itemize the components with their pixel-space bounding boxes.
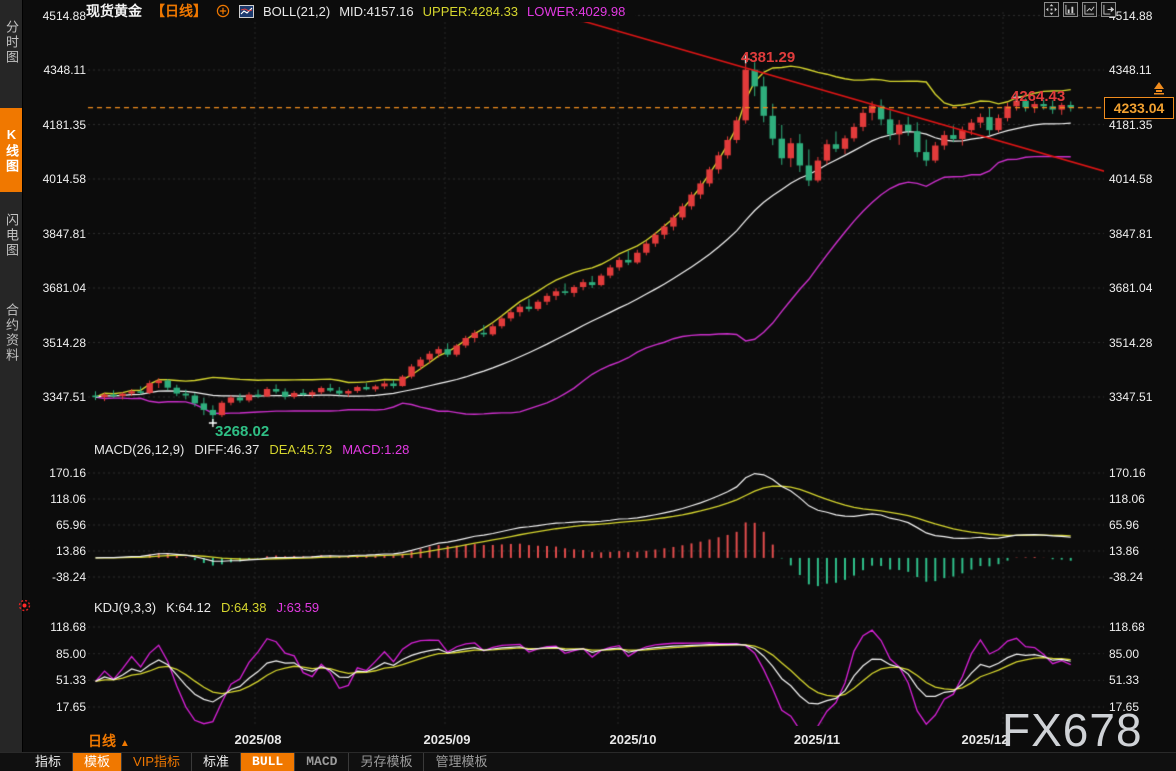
macd-params: MACD(26,12,9): [94, 442, 184, 457]
candle-chart-icon[interactable]: [1082, 2, 1097, 17]
boll-upper-value: UPPER:4284.33: [423, 4, 518, 19]
bottom-toolbar: 指标模板VIP指标标准BULLMACD另存模板管理模板: [0, 753, 1176, 771]
price-axis-tick: 4014.58: [30, 172, 86, 186]
kdj-params: KDJ(9,3,3): [94, 600, 156, 615]
price-axis-tick: 3514.28: [1109, 336, 1171, 350]
chevron-up-icon: ▲: [120, 738, 130, 749]
boll-label: BOLL(21,2): [263, 4, 330, 19]
price-arrow-icon[interactable]: [1152, 81, 1166, 100]
time-axis: 日线 ▲ 2025/082025/092025/102025/112025/12: [0, 726, 1176, 753]
macd-axis-tick: 13.86: [30, 544, 86, 558]
macd-axis-tick: 170.16: [1109, 466, 1171, 480]
kdj-axis-tick: 85.00: [1109, 647, 1171, 661]
price-axis-tick: 3681.04: [30, 281, 86, 295]
date-label: 2025/10: [610, 732, 657, 747]
macd-dea-value: DEA:45.73: [269, 442, 332, 457]
chart-header: 现货黄金 【日线】 BOLL(21,2) MID:4157.16 UPPER:4…: [86, 0, 635, 22]
price-axis-tick: 4348.11: [30, 63, 86, 77]
kdj-axis-tick: 118.68: [1109, 620, 1171, 634]
toolbar-item-指标[interactable]: 指标: [24, 753, 72, 771]
macd-axis-tick: -38.24: [30, 570, 86, 584]
period-selector[interactable]: 日线 ▲: [88, 731, 130, 751]
macd-axis-tick: 65.96: [30, 518, 86, 532]
fx678-watermark: FX678: [1002, 703, 1143, 757]
macd-diff-value: DIFF:46.37: [194, 442, 259, 457]
price-axis-tick: 3514.28: [30, 336, 86, 350]
price-axis-tick: 4181.35: [1109, 118, 1171, 132]
price-axis-tick: 3847.81: [30, 227, 86, 241]
chart-type-sidebar: 分时图 K线图闪电图合约资料: [0, 0, 23, 752]
price-axis-tick: 3347.51: [30, 390, 86, 404]
boll-mid-value: MID:4157.16: [339, 4, 413, 19]
price-axis-tick: 4348.11: [1109, 63, 1171, 77]
kdj-k-value: K:64.12: [166, 600, 211, 615]
low-price-annotation: 3268.02: [215, 423, 269, 440]
kdj-axis-tick: 51.33: [30, 673, 86, 687]
trading-app: 分时图 K线图闪电图合约资料 现货黄金 【日线】 BOLL(21,2) MID:4…: [0, 0, 1176, 771]
swing-high-annotation: 4264.43: [1011, 88, 1065, 105]
toolbar-item-标准[interactable]: 标准: [191, 753, 240, 771]
sidebar-tab-K线图[interactable]: K线图: [0, 108, 22, 192]
macd-axis-tick: 170.16: [30, 466, 86, 480]
price-axis-tick: 4014.58: [1109, 172, 1171, 186]
price-axis-tick: 4181.35: [30, 118, 86, 132]
toolbar-item-BULL[interactable]: BULL: [240, 753, 294, 771]
toolbar-item-另存模板[interactable]: 另存模板: [348, 753, 423, 771]
high-price-annotation: 4381.29: [741, 49, 795, 66]
macd-axis-tick: 118.06: [1109, 492, 1171, 506]
toolbar-item-MACD[interactable]: MACD: [294, 753, 348, 771]
macd-axis-tick: 118.06: [30, 492, 86, 506]
macd-label-row: MACD(26,12,9) DIFF:46.37 DEA:45.73 MACD:…: [94, 442, 417, 457]
price-axis-tick: 3681.04: [1109, 281, 1171, 295]
kdj-axis-tick: 51.33: [1109, 673, 1171, 687]
sidebar-tab-合约资料[interactable]: 合约资料: [0, 280, 22, 386]
kdj-j-value: J:63.59: [277, 600, 320, 615]
indicator-target-icon[interactable]: [18, 599, 31, 617]
date-label: 2025/08: [235, 732, 282, 747]
kdj-d-value: D:64.38: [221, 600, 267, 615]
bar-chart-icon[interactable]: [1063, 2, 1078, 17]
price-axis-tick: 4514.88: [1109, 9, 1171, 23]
date-label: 2025/09: [424, 732, 471, 747]
price-axis-tick: 3847.81: [1109, 227, 1171, 241]
move-icon[interactable]: [1044, 2, 1059, 17]
add-indicator-icon[interactable]: [216, 4, 230, 18]
kdj-axis-tick: 118.68: [30, 620, 86, 634]
kdj-label-row: KDJ(9,3,3) K:64.12 D:64.38 J:63.59: [94, 600, 327, 615]
date-label: 2025/11: [794, 732, 840, 747]
sidebar-tab-分时图[interactable]: 分时图: [0, 6, 22, 78]
chart-tool-icons: [1044, 2, 1116, 17]
macd-axis-tick: 65.96: [1109, 518, 1171, 532]
period-badge: 【日线】: [151, 1, 207, 21]
kdj-axis-tick: 17.65: [30, 700, 86, 714]
export-icon[interactable]: [1101, 2, 1116, 17]
mini-chart-icon[interactable]: [239, 5, 254, 18]
toolbar-item-模板[interactable]: 模板: [72, 753, 121, 771]
macd-axis-tick: 13.86: [1109, 544, 1171, 558]
toolbar-item-管理模板[interactable]: 管理模板: [423, 753, 498, 771]
macd-value: MACD:1.28: [342, 442, 409, 457]
kline-chart-canvas[interactable]: [0, 0, 1176, 771]
symbol-title: 现货黄金: [86, 1, 142, 21]
price-axis-tick: 4514.88: [30, 9, 86, 23]
boll-lower-value: LOWER:4029.98: [527, 4, 625, 19]
period-label: 日线: [88, 733, 116, 749]
toolbar-item-VIP指标[interactable]: VIP指标: [121, 753, 191, 771]
price-axis-tick: 3347.51: [1109, 390, 1171, 404]
sidebar-tab-闪电图[interactable]: 闪电图: [0, 198, 22, 272]
last-price-tag: 4233.04: [1104, 97, 1174, 119]
kdj-axis-tick: 85.00: [30, 647, 86, 661]
macd-axis-tick: -38.24: [1109, 570, 1171, 584]
